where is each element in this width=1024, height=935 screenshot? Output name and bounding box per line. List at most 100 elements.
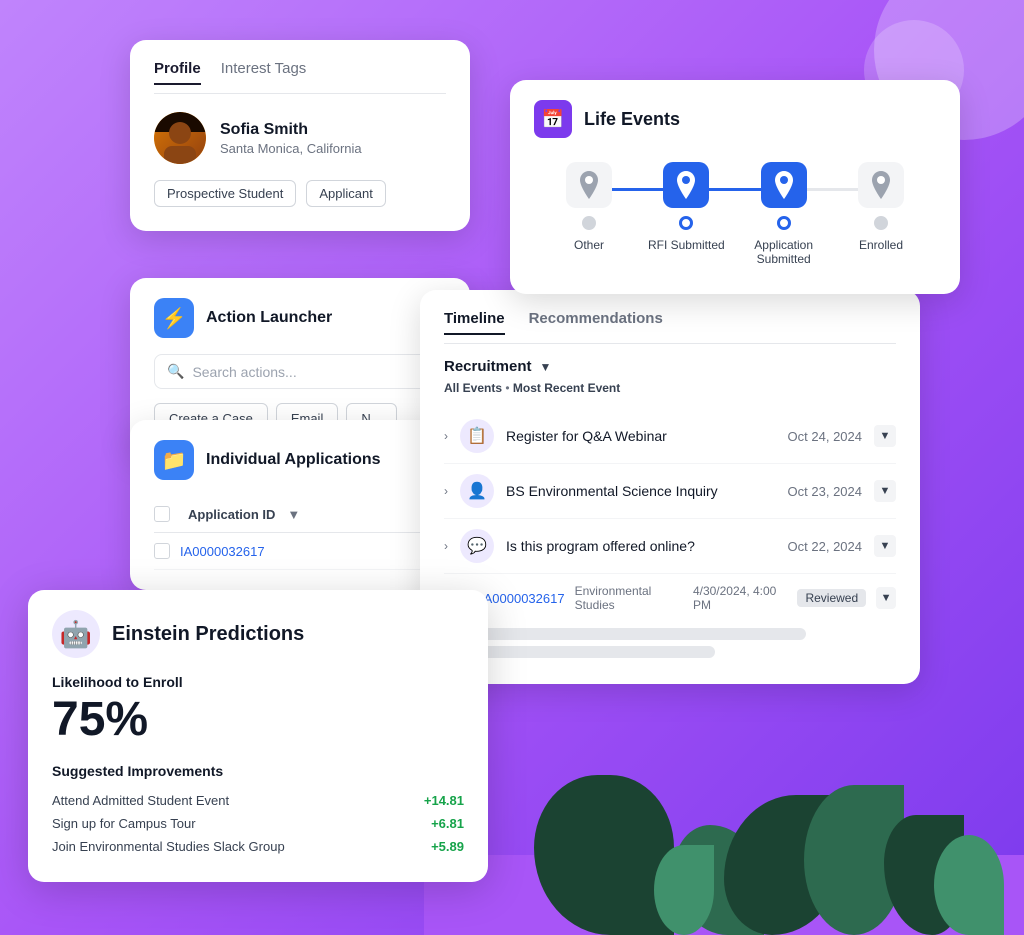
dot-rfi	[679, 216, 693, 230]
life-events-card: 📅 Life Events Other	[510, 80, 960, 294]
app-tl-program: Environmental Studies	[575, 584, 683, 612]
profile-badges: Prospective Student Applicant	[154, 180, 446, 207]
badge-prospective-student: Prospective Student	[154, 180, 296, 207]
einstein-predictions-card: 🤖 Einstein Predictions Likelihood to Enr…	[28, 590, 488, 882]
app-tl-id[interactable]: IA0000032617	[480, 591, 565, 606]
event-icon-2: 💬	[460, 529, 494, 563]
vegetation-decoration	[424, 735, 1024, 935]
event-chevron-1[interactable]: ›	[444, 484, 448, 498]
profile-card: Profile Interest Tags Sofia Smith Santa …	[130, 40, 470, 231]
app-row-dropdown[interactable]: ▼	[876, 587, 896, 609]
event-dropdown-0[interactable]: ▼	[874, 425, 896, 447]
sort-chevron[interactable]: ▼	[287, 507, 300, 522]
applications-title: Individual Applications	[206, 451, 381, 469]
pin-app-submitted	[761, 162, 807, 208]
dot-other	[582, 216, 596, 230]
event-chevron-0[interactable]: ›	[444, 429, 448, 443]
event-icon-1: 👤	[460, 474, 494, 508]
badge-applicant: Applicant	[306, 180, 385, 207]
user-location: Santa Monica, California	[220, 141, 362, 156]
dot-enrolled	[874, 216, 888, 230]
profile-tabs: Profile Interest Tags	[154, 60, 446, 94]
event-dropdown-1[interactable]: ▼	[874, 480, 896, 502]
user-info: Sofia Smith Santa Monica, California	[154, 112, 446, 164]
timeline-filter: All Events • Most Recent Event	[444, 381, 896, 395]
timeline-event-2: › 💬 Is this program offered online? Oct …	[444, 519, 896, 574]
timeline-step-enrolled[interactable]: Enrolled	[836, 162, 926, 252]
label-enrolled: Enrolled	[859, 238, 903, 252]
action-search[interactable]: 🔍 Search actions...	[154, 354, 446, 389]
tab-timeline[interactable]: Timeline	[444, 310, 505, 335]
improvement-score-0: +14.81	[424, 793, 464, 808]
improvement-label-1: Sign up for Campus Tour	[52, 816, 196, 831]
improvement-row-2: Join Environmental Studies Slack Group +…	[52, 835, 464, 858]
calendar-icon: 📅	[542, 109, 564, 130]
row-checkbox[interactable]	[154, 543, 170, 559]
app-tl-status: Reviewed	[797, 589, 866, 607]
improvement-label-0: Attend Admitted Student Event	[52, 793, 229, 808]
improvement-row-1: Sign up for Campus Tour +6.81	[52, 812, 464, 835]
tab-recommendations[interactable]: Recommendations	[529, 310, 663, 335]
table-row: IA0000032617	[154, 533, 446, 570]
pin-other	[566, 162, 612, 208]
application-id-link[interactable]: IA0000032617	[180, 544, 265, 559]
improvements-title: Suggested Improvements	[52, 763, 464, 779]
section-chevron-icon[interactable]: ▼	[540, 360, 552, 374]
select-all-checkbox[interactable]	[154, 506, 170, 522]
dot-app-submitted	[777, 216, 791, 230]
improvement-score-2: +5.89	[431, 839, 464, 854]
label-rfi: RFI Submitted	[648, 238, 725, 252]
label-other: Other	[574, 238, 604, 252]
app-tl-date: 4/30/2024, 4:00 PM	[693, 584, 788, 612]
folder-icon: 📁	[162, 448, 187, 473]
improvement-score-1: +6.81	[431, 816, 464, 831]
event-chevron-2[interactable]: ›	[444, 539, 448, 553]
event-dropdown-2[interactable]: ▼	[874, 535, 896, 557]
life-events-timeline: Other RFI Submitted Application Su	[534, 162, 936, 266]
timeline-tabs: Timeline Recommendations	[444, 310, 896, 344]
event-title-1: BS Environmental Science Inquiry	[506, 483, 776, 499]
timeline-event-0: › 📋 Register for Q&A Webinar Oct 24, 202…	[444, 409, 896, 464]
tab-interest-tags[interactable]: Interest Tags	[221, 60, 307, 85]
timeline-step-other[interactable]: Other	[544, 162, 634, 252]
event-icon-0: 📋	[460, 419, 494, 453]
skeleton-row-1	[444, 628, 806, 640]
application-timeline-row: IA0000032617 Environmental Studies 4/30/…	[444, 574, 896, 622]
improvement-row-0: Attend Admitted Student Event +14.81	[52, 789, 464, 812]
table-header: Application ID ▼	[154, 496, 446, 533]
column-app-id: Application ID	[188, 507, 275, 522]
user-name: Sofia Smith	[220, 121, 362, 139]
likelihood-label: Likelihood to Enroll	[52, 674, 464, 690]
applications-icon: 📁	[154, 440, 194, 480]
life-events-header: 📅 Life Events	[534, 100, 936, 138]
event-date-0: Oct 24, 2024	[788, 429, 862, 444]
life-events-title: Life Events	[584, 109, 680, 130]
action-launcher-icon: ⚡	[154, 298, 194, 338]
applications-header: 📁 Individual Applications	[154, 440, 446, 480]
event-title-0: Register for Q&A Webinar	[506, 428, 776, 444]
label-app-submitted: Application Submitted	[739, 238, 829, 266]
pin-enrolled	[858, 162, 904, 208]
timeline-event-1: › 👤 BS Environmental Science Inquiry Oct…	[444, 464, 896, 519]
timeline-step-rfi[interactable]: RFI Submitted	[641, 162, 731, 252]
action-launcher-title: Action Launcher	[206, 309, 332, 327]
lightning-icon: ⚡	[162, 306, 187, 331]
einstein-title: Einstein Predictions	[112, 623, 304, 646]
einstein-header: 🤖 Einstein Predictions	[52, 610, 464, 658]
individual-applications-card: 📁 Individual Applications Application ID…	[130, 420, 470, 590]
timeline-section-header: Recruitment ▼	[444, 358, 896, 375]
avatar	[154, 112, 206, 164]
search-icon: 🔍	[167, 363, 184, 380]
timeline-section-title: Recruitment	[444, 358, 532, 375]
search-placeholder: Search actions...	[192, 364, 296, 380]
pin-rfi	[663, 162, 709, 208]
action-launcher-header: ⚡ Action Launcher	[154, 298, 446, 338]
likelihood-value: 75%	[52, 694, 464, 747]
tab-profile[interactable]: Profile	[154, 60, 201, 85]
life-events-icon: 📅	[534, 100, 572, 138]
timeline-step-app-submitted[interactable]: Application Submitted	[739, 162, 829, 266]
einstein-icon: 🤖	[52, 610, 100, 658]
event-date-2: Oct 22, 2024	[788, 539, 862, 554]
improvement-label-2: Join Environmental Studies Slack Group	[52, 839, 285, 854]
timeline-card: Timeline Recommendations Recruitment ▼ A…	[420, 290, 920, 684]
